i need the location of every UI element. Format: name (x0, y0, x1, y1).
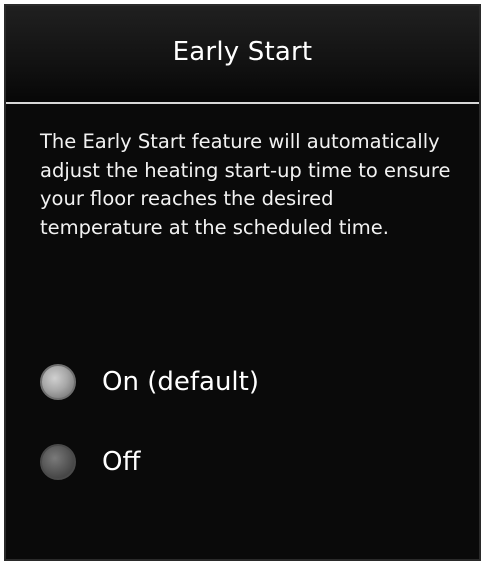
radio-button-on-selected-icon[interactable] (40, 364, 76, 400)
option-on-label: On (default) (102, 367, 259, 397)
option-off-label: Off (102, 447, 141, 477)
title-bar: Early Start (6, 6, 479, 102)
radio-button-off-unselected-icon[interactable] (40, 444, 76, 480)
page-title: Early Start (172, 37, 313, 67)
option-off[interactable]: Off (40, 444, 140, 480)
early-start-screen: Early Start The Early Start feature will… (4, 4, 481, 561)
feature-description: The Early Start feature will automatical… (40, 130, 451, 239)
title-divider (6, 102, 479, 104)
option-on[interactable]: On (default) (40, 364, 259, 400)
